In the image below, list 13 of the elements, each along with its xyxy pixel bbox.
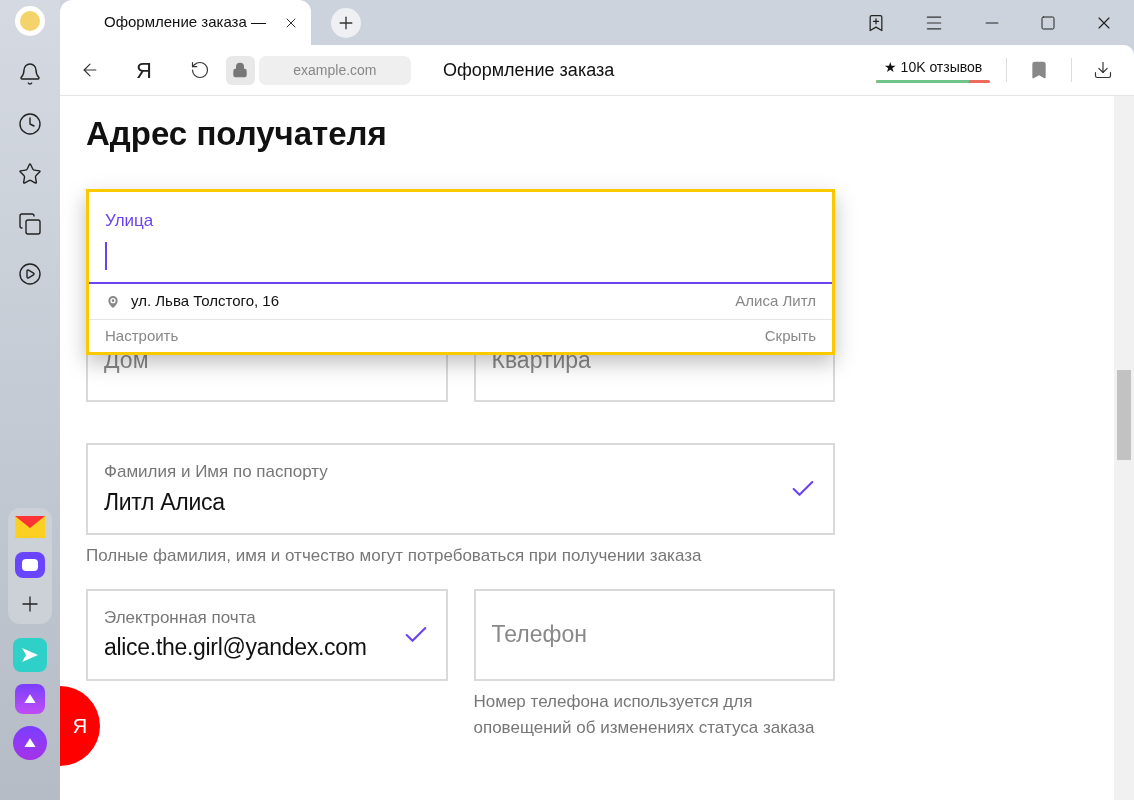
field-value: alice.the.girl@yandex.com	[104, 633, 368, 662]
field-label: Улица	[105, 210, 155, 232]
field-value: Литл Алиса	[104, 487, 226, 517]
field-placeholder: Телефон	[491, 620, 588, 650]
page-heading: Адрес получателя	[86, 114, 388, 154]
suggestion-name: Алиса Литл	[735, 291, 816, 312]
page-title: Оформление заказа	[442, 58, 615, 82]
field-label: Фамилия и Имя по паспорту	[104, 461, 329, 483]
field-label: Электронная почта	[104, 606, 257, 629]
field-hint: Номер телефона используется для оповещений об изменениях статуса заказа	[473, 690, 816, 739]
field-placeholder: Квартира	[491, 346, 591, 376]
suggestion-address: ул. Льва Толстого, 16	[131, 291, 281, 312]
field-hint: Полные фамилия, имя и отчество могут потребоваться при получении заказа	[86, 545, 703, 567]
